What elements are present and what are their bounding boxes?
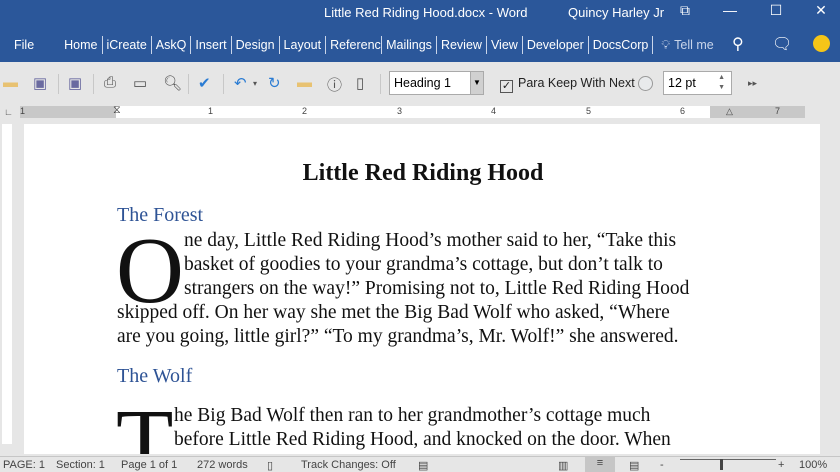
style-value: Heading 1 xyxy=(394,76,451,90)
ruler-label: 1 xyxy=(20,106,26,116)
ruler-label: 1 xyxy=(208,106,214,116)
tab-askq[interactable]: AskQ xyxy=(152,36,192,54)
window-title: Little Red Riding Hood.docx - Word xyxy=(324,5,528,20)
save-icon[interactable]: ▣ xyxy=(33,74,47,92)
undo-icon[interactable]: ↶ xyxy=(234,74,247,92)
tab-home[interactable]: Home xyxy=(60,36,103,54)
ruler-label: 5 xyxy=(586,106,592,116)
tab-design[interactable]: Design xyxy=(232,36,280,54)
drop-cap: T xyxy=(116,391,174,454)
document-info-icon[interactable]: ⓘ xyxy=(327,74,342,95)
tell-me-search[interactable]: Tell me xyxy=(674,38,714,52)
print-layout-icon[interactable]: ≡ xyxy=(585,457,615,472)
save-as-icon[interactable]: ▣ xyxy=(68,74,82,92)
horizontal-ruler[interactable]: 1 1 2 3 4 5 6 7 ⧖ △ xyxy=(20,104,805,118)
spinner-arrows-icon[interactable]: ▲ ▼ xyxy=(718,73,725,93)
indent-marker-icon[interactable]: ⧖ xyxy=(113,104,121,117)
vertical-ruler[interactable] xyxy=(2,124,12,444)
status-bar: PAGE: 1 Section: 1 Page 1 of 1 272 words… xyxy=(0,456,840,472)
print-preview-icon[interactable]: 🔍︎ xyxy=(163,74,182,92)
status-word-count[interactable]: 272 words xyxy=(197,459,248,471)
ruler-label: 4 xyxy=(491,106,497,116)
checkbox-checked-icon[interactable]: ✓ xyxy=(500,80,513,93)
paragraph-line: strangers on the way!” Promising not to,… xyxy=(184,278,690,299)
open-folder-icon[interactable]: ▬ xyxy=(3,74,18,91)
smiley-feedback-icon[interactable] xyxy=(813,35,830,52)
heading-the-wolf: The Wolf xyxy=(117,365,193,387)
user-name[interactable]: Quincy Harley Jr xyxy=(568,5,664,20)
folder-icon[interactable]: ▭ xyxy=(133,74,147,92)
print-icon[interactable]: ⎙ xyxy=(104,74,116,91)
ruler-label: 2 xyxy=(302,106,308,116)
tab-insert[interactable]: Insert xyxy=(191,36,232,54)
share-icon[interactable]: ⚲ xyxy=(732,34,744,54)
tab-references[interactable]: References xyxy=(326,36,383,54)
zoom-slider[interactable] xyxy=(680,459,776,460)
status-section[interactable]: Section: 1 xyxy=(56,459,105,471)
more-commands-icon[interactable]: ▸▸ xyxy=(748,78,757,89)
redo-icon[interactable]: ↻ xyxy=(268,74,281,92)
web-layout-icon[interactable]: ▤ xyxy=(629,459,639,472)
paragraph-line: before Little Red Riding Hood, and knock… xyxy=(174,429,671,450)
ruler-label: 6 xyxy=(680,106,686,116)
document-title: Little Red Riding Hood xyxy=(302,160,544,186)
status-page-of[interactable]: Page 1 of 1 xyxy=(121,459,177,471)
ribbon-display-options-icon[interactable]: ⧉ xyxy=(670,2,700,19)
tab-view[interactable]: View xyxy=(487,36,523,54)
zoom-in-button[interactable]: + xyxy=(778,459,784,471)
tab-mailings[interactable]: Mailings xyxy=(382,36,437,54)
keep-with-next-checkbox[interactable]: ✓ Para Keep With Next xyxy=(500,76,635,93)
zoom-level[interactable]: 100% xyxy=(799,459,827,471)
title-bar: Little Red Riding Hood.docx - Word Quinc… xyxy=(0,0,840,62)
tab-file[interactable]: File xyxy=(10,36,38,54)
document-page[interactable]: Little Red Riding Hood The Forest O ne d… xyxy=(24,124,820,454)
radio-button[interactable] xyxy=(638,76,653,91)
paragraph-line: ne day, Little Red Riding Hood’s mother … xyxy=(184,230,677,251)
status-page[interactable]: PAGE: 1 xyxy=(3,459,45,471)
close-button[interactable]: ✕ xyxy=(806,2,836,19)
vertical-scrollbar[interactable] xyxy=(820,124,840,454)
paragraph-line: skipped off. On her way she met the Big … xyxy=(117,302,670,323)
read-mode-icon[interactable]: ▥ xyxy=(558,459,568,472)
comments-icon[interactable]: 🗨︎ xyxy=(772,34,792,54)
status-track-changes[interactable]: Track Changes: Off xyxy=(301,459,396,471)
zoom-out-button[interactable]: - xyxy=(660,459,664,471)
zoom-slider-thumb[interactable] xyxy=(720,459,723,470)
font-size-spinner[interactable]: 12 pt ▲ ▼ xyxy=(663,71,732,95)
tab-selector-icon[interactable]: ∟ xyxy=(4,107,13,117)
tab-icreate[interactable]: iCreate xyxy=(103,36,152,54)
open-icon[interactable]: ▬ xyxy=(297,74,312,91)
ruler-label: 7 xyxy=(775,106,781,116)
ribbon-tabs: File Home iCreate AskQ Insert Design Lay… xyxy=(0,36,714,54)
new-document-icon[interactable]: ▯ xyxy=(356,74,364,92)
chevron-down-icon[interactable]: ▼ xyxy=(470,72,483,94)
keep-with-next-label: Para Keep With Next xyxy=(518,76,635,90)
proofing-icon[interactable]: ▯ xyxy=(267,459,273,472)
ruler-label: 3 xyxy=(397,106,403,116)
paragraph-line: basket of goodies to your grandma’s cott… xyxy=(184,254,663,275)
style-dropdown[interactable]: Heading 1 ▼ xyxy=(389,71,484,95)
paragraph-line: are you going, little girl?” “To my gran… xyxy=(117,326,679,347)
undo-dropdown-icon[interactable]: ▾ xyxy=(253,79,257,88)
paragraph-line: he Big Bad Wolf then ran to her grandmot… xyxy=(174,405,651,426)
tab-docscorp[interactable]: DocsCorp xyxy=(589,36,654,54)
lightbulb-icon: 💡︎ xyxy=(661,37,671,52)
right-indent-marker-icon[interactable]: △ xyxy=(726,106,733,117)
tab-review[interactable]: Review xyxy=(437,36,487,54)
tab-developer[interactable]: Developer xyxy=(523,36,589,54)
tab-layout[interactable]: Layout xyxy=(280,36,327,54)
spelling-icon[interactable]: ✔ xyxy=(198,74,211,92)
macro-icon[interactable]: ▤ xyxy=(418,459,428,472)
maximize-button[interactable]: ☐ xyxy=(761,2,791,19)
minimize-button[interactable]: — xyxy=(715,2,745,18)
font-size-value: 12 pt xyxy=(668,76,696,90)
